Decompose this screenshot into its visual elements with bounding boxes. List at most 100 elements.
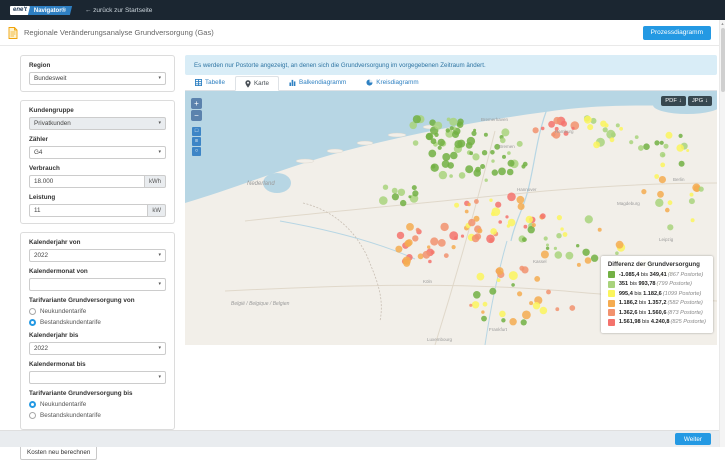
radio-icon — [29, 319, 36, 326]
legend-row: 1.362,6 bis 1.560,6(873 Postorte) — [608, 309, 706, 316]
logo-mark: ene't — [10, 6, 30, 15]
chevron-down-icon: ▾ — [158, 375, 161, 380]
kundengruppe-label: Kundengruppe — [29, 107, 166, 114]
radio-icon — [29, 308, 36, 315]
svg-text:Berlin: Berlin — [673, 177, 685, 182]
fullscreen-icon[interactable]: □ — [192, 127, 201, 136]
kalendermonat-von-label: Kalendermonat von — [29, 268, 166, 275]
svg-text:Hannover: Hannover — [517, 187, 537, 192]
chevron-down-icon: ▾ — [158, 282, 161, 287]
legend-row: 351 bis 993,78(799 Postorte) — [608, 281, 706, 288]
process-diagram-button[interactable]: Prozessdiagramm — [643, 26, 711, 40]
chevron-down-icon: ▾ — [158, 346, 161, 351]
map-zoom-controls: + − — [191, 98, 202, 122]
svg-text:Magdeburg: Magdeburg — [617, 201, 640, 206]
layers-icon[interactable]: ≡ — [192, 137, 201, 146]
region-card: Region Bundesweit ▾ — [20, 55, 175, 92]
region-label: Region — [29, 62, 166, 69]
zoom-out-button[interactable]: − — [191, 110, 202, 121]
tab-karte[interactable]: Karte — [235, 76, 279, 91]
scrollbar-thumb[interactable] — [721, 28, 725, 92]
export-jpg-button[interactable]: JPG ↓ — [688, 96, 712, 106]
logo-badge: Navigator® — [28, 6, 72, 15]
leistung-input[interactable]: 11 — [29, 204, 148, 217]
legend-swatch — [608, 290, 615, 297]
legend-swatch — [608, 319, 615, 326]
period-card: Kalenderjahr von 2022 ▾ Kalendermonat vo… — [20, 232, 175, 430]
legend-row: 1.186,2 bis 1.357,2(582 Postorte) — [608, 300, 706, 307]
tarif-von-option-neukunden[interactable]: Neukundentarife — [29, 308, 166, 315]
radio-icon — [29, 412, 36, 419]
kalenderjahr-bis-select[interactable]: 2022 ▾ — [29, 342, 166, 355]
legend-row: 1.561,98 bis 4.240,8(825 Postorte) — [608, 319, 706, 326]
zaehler-label: Zähler — [29, 136, 166, 143]
svg-text:Nederland: Nederland — [247, 181, 275, 187]
pie-chart-icon — [366, 79, 373, 86]
locate-icon[interactable]: ○ — [192, 147, 201, 156]
kalendermonat-bis-label: Kalendermonat bis — [29, 361, 166, 368]
legend-swatch — [608, 309, 615, 316]
tab-balkendiagramm[interactable]: Balkendiagramm — [279, 75, 356, 90]
chevron-down-icon: ▾ — [158, 121, 161, 126]
map-export-buttons: PDF ↓ JPG ↓ — [661, 96, 712, 106]
kalendermonat-von-select[interactable]: ▾ — [29, 278, 166, 291]
leistung-label: Leistung — [29, 194, 166, 201]
svg-text:Kassel: Kassel — [533, 259, 547, 264]
customer-card: Kundengruppe Privatkunden ▾ Zähler G4 ▾ … — [20, 100, 175, 224]
chevron-down-icon: ▾ — [158, 150, 161, 155]
zaehler-select[interactable]: G4 ▾ — [29, 146, 166, 159]
map-pin-icon — [245, 80, 251, 88]
legend-row: 995,4 bis 1.182,6(1099 Postorte) — [608, 290, 706, 297]
tarif-bis-option-neukunden[interactable]: Neukundentarife — [29, 401, 166, 408]
back-to-start-link[interactable]: ← zurück zur Startseite — [85, 7, 153, 14]
legend-swatch — [608, 281, 615, 288]
next-button[interactable]: Weiter — [675, 433, 711, 445]
kalendermonat-bis-select[interactable]: ▾ — [29, 371, 166, 384]
radio-icon — [29, 401, 36, 408]
export-pdf-button[interactable]: PDF ↓ — [661, 96, 686, 106]
map-canvas[interactable]: Nederland Bremerhaven Hamburg Bremen Han… — [185, 91, 717, 345]
scroll-up-arrow[interactable]: ▲ — [720, 20, 725, 27]
verbrauch-unit: kWh — [145, 175, 166, 188]
svg-text:Frankfurt: Frankfurt — [489, 327, 508, 332]
bar-chart-icon — [289, 79, 296, 86]
filter-sidebar: Region Bundesweit ▾ Kundengruppe Privatk… — [20, 55, 175, 460]
page-scrollbar[interactable]: ▲ — [719, 20, 725, 447]
legend-swatch — [608, 300, 615, 307]
zoom-in-button[interactable]: + — [191, 98, 202, 109]
map-legend: Differenz der Grundversorgung -1.085,4 b… — [601, 256, 713, 333]
svg-text:Leipzig: Leipzig — [659, 237, 674, 242]
legend-title: Differenz der Grundversorgung — [608, 261, 706, 268]
region-select[interactable]: Bundesweit ▾ — [29, 72, 166, 85]
app-logo[interactable]: ene't Navigator® — [10, 6, 71, 15]
download-icon: ↓ — [705, 98, 708, 104]
chevron-down-icon: ▾ — [158, 253, 161, 258]
page-title: Regionale Veränderungsanalyse Grundverso… — [24, 28, 214, 37]
tarif-bis-option-bestandskunden[interactable]: Bestandskundentarife — [29, 412, 166, 419]
leistung-unit: kW — [148, 204, 166, 217]
view-tabs: Tabelle Karte Balkendiagramm Kreisdiagra… — [185, 76, 717, 91]
chevron-down-icon: ▾ — [158, 76, 161, 81]
tab-tabelle[interactable]: Tabelle — [185, 75, 235, 90]
tarif-bis-label: Tarifvariante Grundversorgung bis — [29, 390, 166, 397]
table-icon — [195, 79, 202, 86]
legend-row: -1.085,4 bis 349,41(867 Postorte) — [608, 271, 706, 278]
verbrauch-label: Verbrauch — [29, 165, 166, 172]
page-header: Regionale Veränderungsanalyse Grundverso… — [0, 20, 719, 46]
kalenderjahr-bis-label: Kalenderjahr bis — [29, 332, 166, 339]
kalenderjahr-von-select[interactable]: 2022 ▾ — [29, 249, 166, 262]
kundengruppe-select[interactable]: Privatkunden ▾ — [29, 117, 166, 130]
document-icon — [8, 27, 18, 39]
download-icon: ↓ — [679, 98, 682, 104]
tarif-von-label: Tarifvariante Grundversorgung von — [29, 297, 166, 304]
kalenderjahr-von-label: Kalenderjahr von — [29, 239, 166, 246]
verbrauch-input[interactable]: 18.000 — [29, 175, 145, 188]
map-tools: □ ≡ ○ — [192, 127, 201, 157]
svg-text:Luxembourg: Luxembourg — [427, 337, 453, 342]
svg-text:Bremen: Bremen — [499, 144, 515, 149]
tarif-von-option-bestandskunden[interactable]: Bestandskundentarife — [29, 319, 166, 326]
top-navbar: ene't Navigator® ← zurück zur Startseite — [0, 0, 725, 20]
svg-text:Köln: Köln — [423, 279, 433, 284]
svg-text:België / Belgique / Belgien: België / Belgique / Belgien — [231, 301, 290, 307]
tab-kreisdiagramm[interactable]: Kreisdiagramm — [356, 75, 428, 90]
